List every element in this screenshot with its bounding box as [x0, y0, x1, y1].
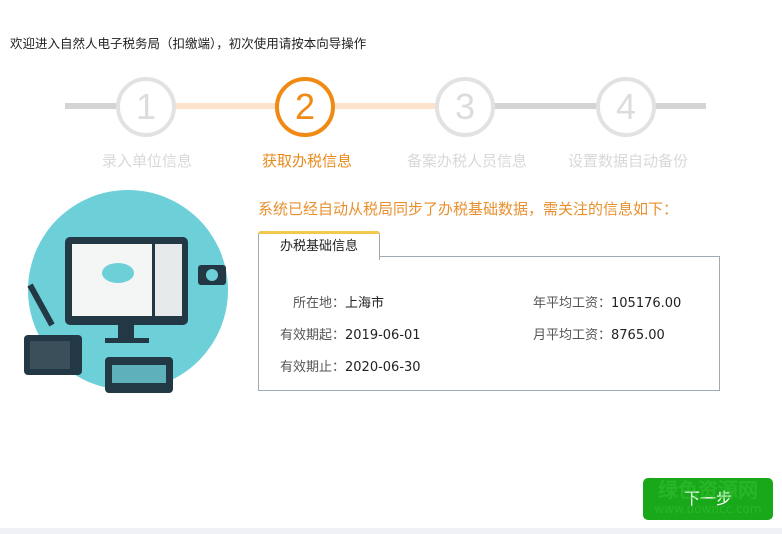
field-label: 有效期止： — [279, 360, 345, 375]
field-value: 105176.00 — [611, 296, 682, 311]
step-2-label: 获取办税信息 — [261, 152, 352, 170]
step-connector — [65, 103, 120, 109]
step-connector — [330, 103, 440, 109]
field-value: 2020-06-30 — [345, 360, 421, 375]
field-valid-from: 有效期起：2019-06-01 — [279, 324, 421, 343]
step-4-label: 设置数据自动备份 — [567, 152, 688, 170]
cloud-icon — [102, 263, 134, 283]
field-value: 2019-06-01 — [345, 328, 421, 343]
field-annual-salary: 年平均工资：105176.00 — [519, 292, 681, 311]
field-valid-to: 有效期止：2020-06-30 — [279, 356, 421, 375]
step-connector — [650, 103, 706, 109]
field-location: 所在地：上海市 — [279, 292, 384, 311]
next-button[interactable]: 下一步 — [643, 478, 773, 520]
field-label: 年平均工资： — [532, 296, 611, 311]
step-connector — [490, 103, 600, 109]
wizard-steps: 1 2 3 4 录入单位信息 获取办税信息 备案办税人员信息 设置数据自动备份 — [0, 0, 782, 180]
step-1-label: 录入单位信息 — [101, 152, 192, 170]
field-value: 上海市 — [345, 296, 385, 311]
field-value: 8765.00 — [611, 328, 665, 343]
sync-notice: 系统已经自动从税局同步了办税基础数据，需关注的信息如下： — [258, 200, 679, 218]
step-1-circle: 1 — [116, 77, 176, 137]
step-3-label: 备案办税人员信息 — [406, 152, 527, 170]
step-3-circle: 3 — [435, 77, 495, 137]
step-connector — [170, 103, 280, 109]
field-label: 有效期起： — [279, 328, 345, 343]
bottom-bar — [0, 528, 782, 534]
field-monthly-salary: 月平均工资：8765.00 — [519, 324, 665, 343]
step-4-circle: 4 — [596, 77, 656, 137]
tab-tax-basic-info[interactable]: 办税基础信息 — [258, 231, 380, 260]
step-2-circle: 2 — [275, 77, 335, 137]
tax-info-panel: 所在地：上海市 有效期起：2019-06-01 有效期止：2020-06-30 … — [258, 256, 720, 391]
field-label: 所在地： — [292, 296, 345, 311]
field-label: 月平均工资： — [532, 328, 611, 343]
computer-illustration — [24, 190, 228, 393]
